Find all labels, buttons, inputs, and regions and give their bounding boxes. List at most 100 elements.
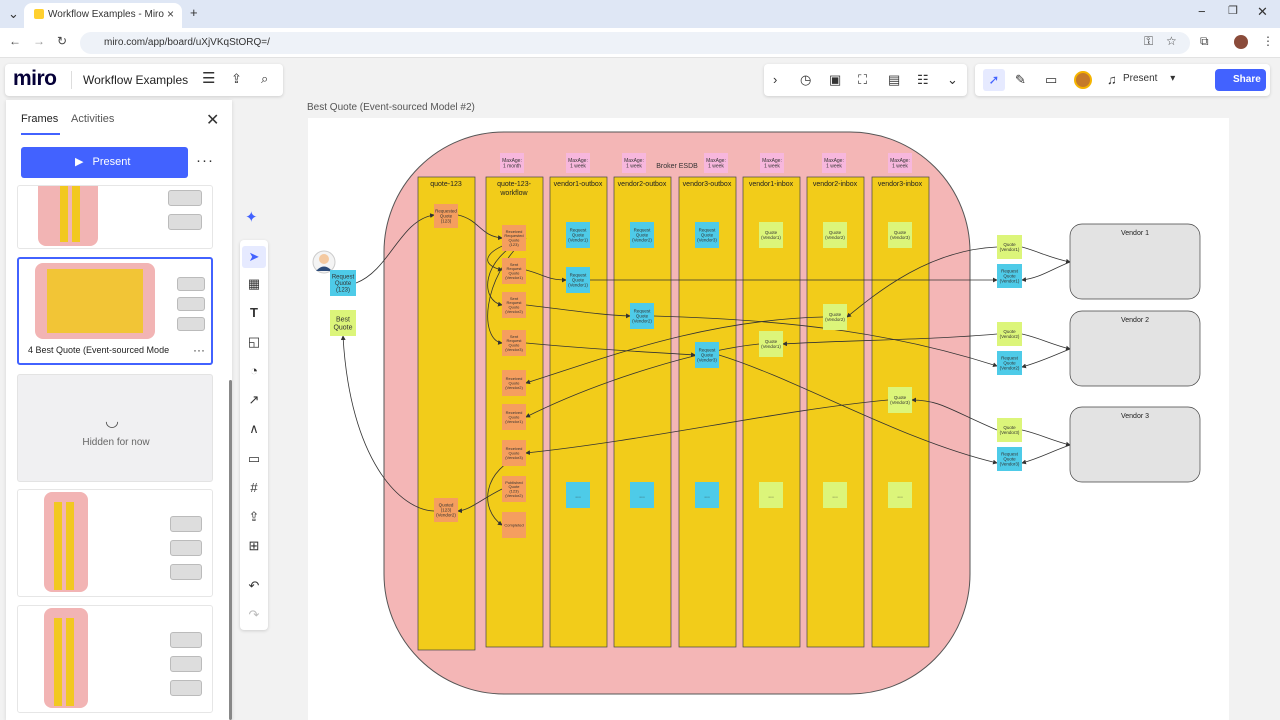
lane-label: quote-123- xyxy=(497,181,532,188)
sticky-note-icon[interactable]: ◱ xyxy=(240,334,268,350)
upload-icon[interactable]: ⇪ xyxy=(240,509,268,525)
avatar-head xyxy=(319,254,329,264)
lane-body xyxy=(417,176,476,651)
shapes-icon[interactable]: ◔ xyxy=(240,363,268,378)
lane-label: vendor3-inbox xyxy=(878,181,923,188)
workflow-event-sticky[interactable]: SentRequestQuote(Vendor3) xyxy=(502,330,526,356)
workflow-event-sticky[interactable]: Completed xyxy=(502,512,526,538)
workflow-event-sticky[interactable]: SentRequestQuote(Vendor2) xyxy=(502,292,526,318)
redo-icon[interactable]: ↷ xyxy=(240,607,268,623)
vendor-box[interactable]: Vendor 2 xyxy=(1069,310,1201,387)
maxage-sticky[interactable]: MaxAge:1 week xyxy=(822,153,846,173)
maxage-sticky[interactable]: MaxAge:1 week xyxy=(888,153,912,173)
connector-arrow[interactable] xyxy=(1021,348,1071,369)
ellipsis-sticky[interactable]: ... xyxy=(888,482,912,508)
workflow-event-sticky[interactable]: PublishedQuote(123)(Vendor2) xyxy=(502,476,526,502)
ellipsis-sticky-text: ... xyxy=(639,492,645,499)
maxage-sticky-text: 1 week xyxy=(708,164,724,170)
ellipsis-sticky[interactable]: ... xyxy=(630,482,654,508)
outbox-sticky[interactable]: RequestQuote(Vendor1) xyxy=(566,267,590,293)
outbox-sticky-text: (Vendor1) xyxy=(568,238,588,243)
ellipsis-sticky-text: ... xyxy=(768,492,774,499)
inbox-sticky[interactable]: Quote(Vendor3) xyxy=(888,387,912,413)
broker-label: Broker ESDB xyxy=(656,163,698,170)
select-tool-icon[interactable]: ➤ xyxy=(242,246,266,268)
connector-arrow[interactable] xyxy=(1021,333,1071,351)
maxage-sticky[interactable]: MaxAge:1 week xyxy=(760,153,784,173)
vendor-quote-sticky[interactable]: Quote(Vendor1) xyxy=(997,235,1022,259)
lane-1[interactable]: quote-123 xyxy=(417,176,476,651)
maxage-sticky[interactable]: MaxAge:1 week xyxy=(622,153,646,173)
outbox-sticky[interactable]: RequestQuote(Vendor3) xyxy=(695,342,719,368)
workflow-event-sticky[interactable]: ReceivedRequestedQuote(123) xyxy=(502,225,526,251)
request-quote-sticky-text: Quote xyxy=(335,281,352,287)
outbox-sticky[interactable]: RequestQuote(Vendor1) xyxy=(566,222,590,248)
workflow-event-sticky-text: (Vendor2) xyxy=(505,385,523,390)
ellipsis-sticky[interactable]: ... xyxy=(695,482,719,508)
maxage-sticky[interactable]: MaxAge:1 month xyxy=(500,153,524,173)
vendor-request-sticky[interactable]: RequestQuote(Vendor2) xyxy=(997,351,1022,375)
event-sticky-text: (123) xyxy=(441,219,452,224)
templates-icon[interactable]: ▦ xyxy=(240,276,268,292)
lane-label: vendor1-inbox xyxy=(749,181,794,188)
vendor-box[interactable]: Vendor 1 xyxy=(1069,223,1201,300)
add-more-icon[interactable]: ⊞ xyxy=(240,538,268,554)
workflow-event-sticky[interactable]: SentRequestQuote(Vendor1) xyxy=(502,258,526,284)
maxage-sticky-text: 1 week xyxy=(626,164,642,170)
lane-label: vendor2-inbox xyxy=(813,181,858,188)
inbox-sticky[interactable]: Quote(Vendor2) xyxy=(823,304,847,330)
workflow-event-sticky-text: Completed xyxy=(504,522,523,527)
request-quote-sticky-text: (123) xyxy=(336,288,350,294)
vendor-request-sticky-text: (Vendor1) xyxy=(1000,279,1020,284)
inbox-sticky[interactable]: Quote(Vendor1) xyxy=(759,331,783,357)
outbox-sticky-text: (Vendor1) xyxy=(568,283,588,288)
text-tool-icon[interactable]: T xyxy=(240,305,268,320)
best-quote-sticky[interactable]: BestQuote xyxy=(330,310,356,336)
request-quote-sticky[interactable]: RequestQuote(123) xyxy=(330,270,356,296)
event-sticky-text: (Vendor2) xyxy=(436,513,456,518)
maxage-sticky[interactable]: MaxAge:1 week xyxy=(704,153,728,173)
workflow-event-sticky[interactable]: ReceivedQuote(Vendor2) xyxy=(502,370,526,396)
ellipsis-sticky[interactable]: ... xyxy=(566,482,590,508)
connection-line-icon[interactable]: ↗ xyxy=(240,392,268,408)
ellipsis-sticky[interactable]: ... xyxy=(759,482,783,508)
event-sticky[interactable]: Quoted(123)(Vendor2) xyxy=(434,498,458,522)
ellipsis-sticky[interactable]: ... xyxy=(823,482,847,508)
frame-tool-icon[interactable]: # xyxy=(240,480,268,495)
workflow-event-sticky-text: (Vendor3) xyxy=(505,347,523,352)
outbox-sticky[interactable]: RequestQuote(Vendor3) xyxy=(695,222,719,248)
ai-sparkle-icon[interactable]: ✦ xyxy=(245,208,258,226)
connector-arrow[interactable] xyxy=(1021,246,1071,264)
creation-toolbar: ➤ ▦ T ◱ ◔ ↗ ∧ ▭ # ⇪ ⊞ ↶ ↷ xyxy=(240,240,268,630)
vendor-quote-sticky-text: (Vendor1) xyxy=(1000,247,1020,252)
inbox-sticky[interactable]: Quote(Vendor1) xyxy=(759,222,783,248)
vendor-quote-sticky[interactable]: Quote(Vendor2) xyxy=(997,322,1022,346)
vendor-label: Vendor 2 xyxy=(1121,317,1149,324)
connector-arrow[interactable] xyxy=(1021,429,1071,447)
vendor-quote-sticky[interactable]: Quote(Vendor3) xyxy=(997,418,1022,442)
vendor-request-sticky[interactable]: RequestQuote(Vendor3) xyxy=(997,447,1022,471)
best-quote-sticky-text: Quote xyxy=(333,324,352,331)
pen-icon[interactable]: ∧ xyxy=(240,421,268,437)
inbox-sticky[interactable]: Quote(Vendor3) xyxy=(888,222,912,248)
workflow-event-sticky[interactable]: ReceivedQuote(Vendor3) xyxy=(502,440,526,466)
event-sticky[interactable]: RequestedQuote(123) xyxy=(434,204,458,228)
inbox-sticky-text: (Vendor2) xyxy=(825,317,845,322)
ellipsis-sticky-text: ... xyxy=(832,492,838,499)
best-quote-sticky-text: Best xyxy=(336,317,350,324)
workflow-event-sticky[interactable]: ReceivedQuote(Vendor1) xyxy=(502,404,526,430)
undo-icon[interactable]: ↶ xyxy=(240,578,268,594)
lane-label: vendor2-outbox xyxy=(618,181,667,188)
connector-arrow[interactable] xyxy=(1021,261,1071,282)
inbox-sticky[interactable]: Quote(Vendor2) xyxy=(823,222,847,248)
vendor-box[interactable]: Vendor 3 xyxy=(1069,406,1201,483)
connector-arrow[interactable] xyxy=(1021,444,1071,465)
maxage-sticky-text: 1 week xyxy=(826,164,842,170)
outbox-sticky[interactable]: RequestQuote(Vendor2) xyxy=(630,303,654,329)
outbox-sticky-text: (Vendor2) xyxy=(632,319,652,324)
vendor-request-sticky[interactable]: RequestQuote(Vendor1) xyxy=(997,264,1022,288)
comment-tool-icon[interactable]: ▭ xyxy=(240,451,268,467)
maxage-sticky[interactable]: MaxAge:1 week xyxy=(566,153,590,173)
workflow-event-sticky-text: (Vendor1) xyxy=(505,275,523,280)
outbox-sticky[interactable]: RequestQuote(Vendor2) xyxy=(630,222,654,248)
